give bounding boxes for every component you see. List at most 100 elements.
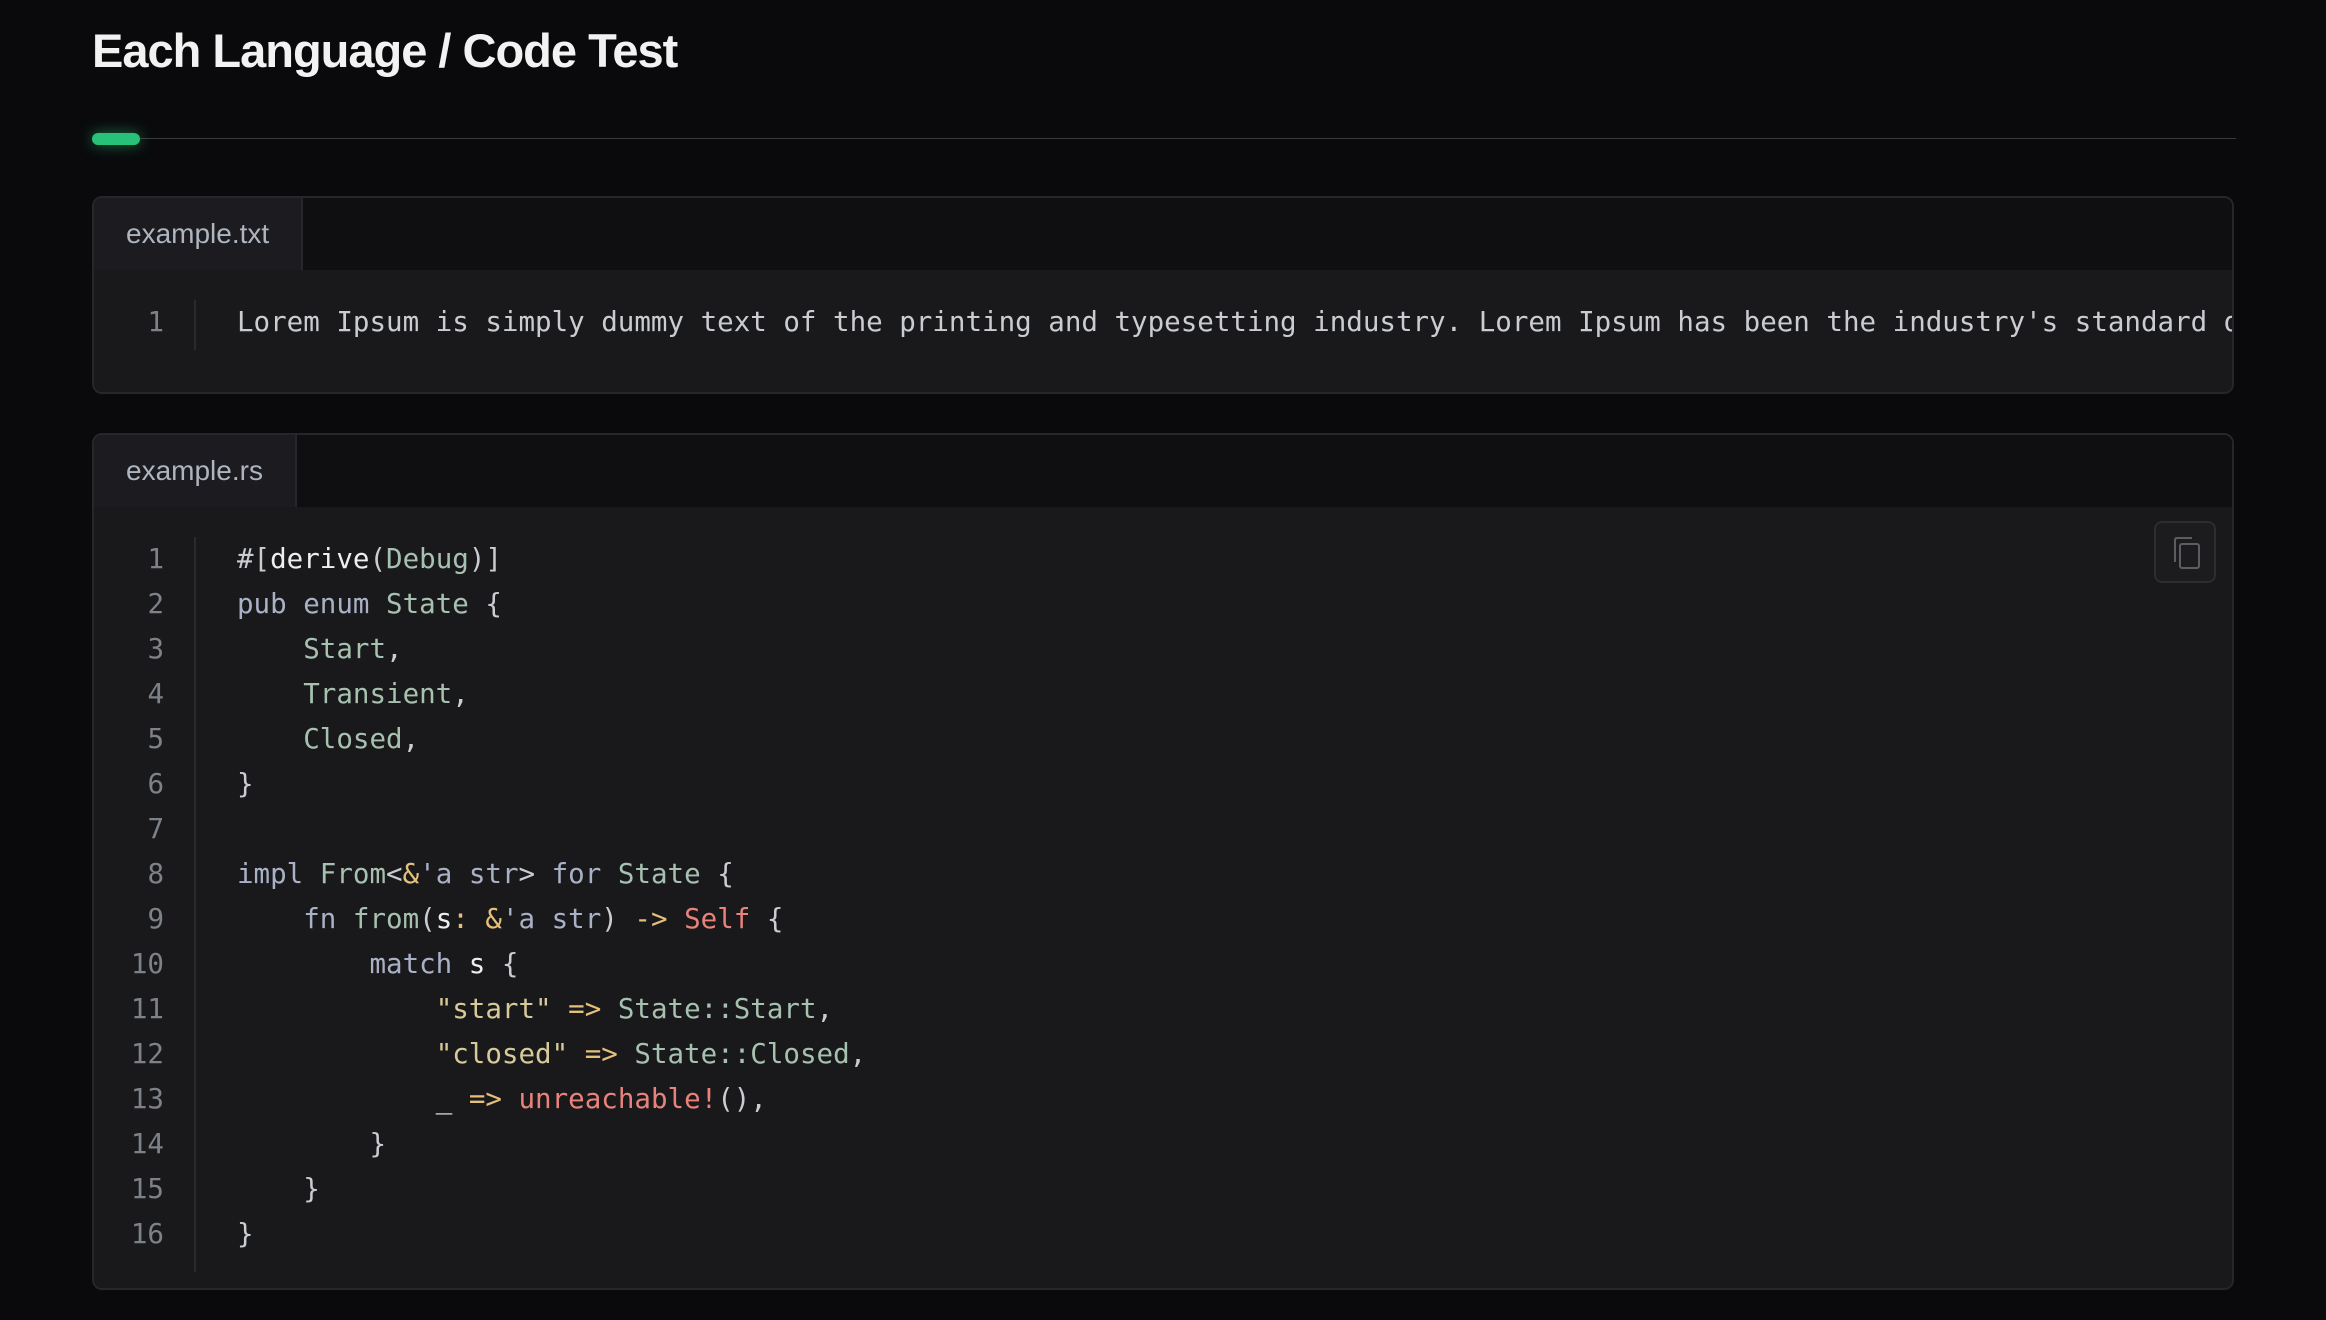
code-token: , bbox=[452, 678, 469, 710]
code-token: , bbox=[849, 1038, 867, 1070]
line-number: 11 bbox=[130, 993, 164, 1025]
code-token: 'a str bbox=[419, 858, 519, 890]
code-lines: 1 #[derive(Debug)] 2 pub enum State {3 Star… bbox=[94, 537, 2232, 1257]
code-line: 12 "closed" => State::Closed, bbox=[94, 1032, 2232, 1077]
tab-strip: example.rs bbox=[94, 435, 2232, 507]
code-area[interactable]: 1 #[derive(Debug)] 2 pub enum State {3 Star… bbox=[94, 507, 2232, 1288]
code-token: & bbox=[485, 903, 502, 935]
code-text: pub enum State { bbox=[237, 582, 502, 627]
code-token: )] bbox=[468, 543, 502, 575]
line-number: 14 bbox=[130, 1128, 164, 1160]
copy-button[interactable] bbox=[2154, 521, 2216, 583]
code-token: ( bbox=[369, 543, 387, 575]
code-text: Transient, bbox=[237, 672, 469, 717]
code-token: } bbox=[237, 1218, 254, 1250]
code-token: } bbox=[237, 1128, 387, 1160]
code-line: 2 pub enum State { bbox=[94, 582, 2232, 627]
copy-icon bbox=[2174, 537, 2200, 569]
code-token: & bbox=[402, 858, 420, 890]
line-number: 9 bbox=[147, 903, 164, 935]
code-text: } bbox=[237, 1212, 254, 1257]
code-token: => bbox=[468, 1083, 502, 1115]
code-text: } bbox=[237, 1167, 320, 1212]
code-token: { bbox=[485, 948, 519, 980]
code-text: #[derive(Debug)] bbox=[237, 537, 502, 582]
code-text: Closed, bbox=[237, 717, 419, 762]
code-line: 14 } bbox=[94, 1122, 2232, 1167]
code-token: { bbox=[700, 858, 734, 890]
line-number: 12 bbox=[130, 1038, 164, 1070]
code-token: { bbox=[750, 903, 784, 935]
code-token: from bbox=[352, 903, 420, 935]
code-token: #[ bbox=[237, 543, 271, 575]
code-token: s bbox=[468, 948, 486, 980]
code-line: 4 Transient, bbox=[94, 672, 2232, 717]
line-number: 2 bbox=[147, 588, 164, 620]
code-text: _ => unreachable!(), bbox=[237, 1077, 767, 1122]
line-number: 1 bbox=[147, 543, 164, 575]
code-token: fn bbox=[237, 903, 353, 935]
code-token: "closed" bbox=[435, 1038, 569, 1070]
code-token: Transient bbox=[237, 678, 453, 710]
file-tab-example-txt[interactable]: example.txt bbox=[94, 198, 304, 270]
code-line: 1 Lorem Ipsum is simply dummy text of the… bbox=[94, 300, 2232, 345]
line-number: 5 bbox=[147, 723, 164, 755]
code-token: impl bbox=[237, 858, 320, 890]
code-token: > bbox=[518, 858, 552, 890]
code-text: } bbox=[237, 762, 254, 807]
code-line: 13 _ => unreachable!(), bbox=[94, 1077, 2232, 1122]
code-token: : bbox=[452, 903, 486, 935]
code-token: } bbox=[237, 768, 254, 800]
code-line: 5 Closed, bbox=[94, 717, 2232, 762]
code-token: , bbox=[402, 723, 420, 755]
code-line: 11 "start" => State::Start, bbox=[94, 987, 2232, 1032]
code-line: 15 } bbox=[94, 1167, 2232, 1212]
code-token: 'a str bbox=[501, 903, 602, 935]
code-token: pub enum bbox=[237, 588, 387, 620]
title-divider bbox=[92, 138, 2236, 139]
code-text: } bbox=[237, 1122, 386, 1167]
code-line: 9 fn from(s: &'a str) -> Self { bbox=[94, 897, 2232, 942]
code-token: Lorem Ipsum is simply dummy text of the … bbox=[237, 306, 2232, 338]
code-token: < bbox=[386, 858, 403, 890]
code-token: State bbox=[617, 858, 701, 890]
line-number: 4 bbox=[147, 678, 164, 710]
code-text: Lorem Ipsum is simply dummy text of the … bbox=[237, 300, 2232, 345]
code-area[interactable]: 1 Lorem Ipsum is simply dummy text of the… bbox=[94, 270, 2232, 392]
code-line: 16} bbox=[94, 1212, 2232, 1257]
code-token: => bbox=[584, 1038, 618, 1070]
code-token: , bbox=[386, 633, 403, 665]
line-number: 7 bbox=[147, 813, 164, 845]
code-token: Closed bbox=[237, 723, 403, 755]
code-text: "start" => State::Start, bbox=[237, 987, 833, 1032]
code-text: "closed" => State::Closed, bbox=[237, 1032, 867, 1077]
code-token: s bbox=[435, 903, 453, 935]
tab-strip: example.txt bbox=[94, 198, 2232, 270]
progress-indicator bbox=[92, 133, 140, 145]
code-token: } bbox=[237, 1173, 320, 1205]
file-tab-example-rs[interactable]: example.rs bbox=[94, 435, 297, 507]
code-lines: 1 Lorem Ipsum is simply dummy text of the… bbox=[94, 300, 2232, 345]
code-token: derive bbox=[270, 543, 370, 575]
code-text: impl From<&'a str> for State { bbox=[237, 852, 734, 897]
code-line: 8 impl From<&'a str> for State { bbox=[94, 852, 2232, 897]
code-token: -> bbox=[634, 903, 668, 935]
code-token: Self bbox=[684, 903, 751, 935]
code-token: => bbox=[568, 993, 602, 1025]
code-token: match bbox=[237, 948, 469, 980]
line-number: 15 bbox=[130, 1173, 164, 1205]
code-line: 3 Start, bbox=[94, 627, 2232, 672]
line-number: 10 bbox=[130, 948, 164, 980]
code-line: 10 match s { bbox=[94, 942, 2232, 987]
code-token: "start" bbox=[435, 993, 552, 1025]
line-number: 6 bbox=[147, 768, 164, 800]
code-token: { bbox=[468, 588, 502, 620]
